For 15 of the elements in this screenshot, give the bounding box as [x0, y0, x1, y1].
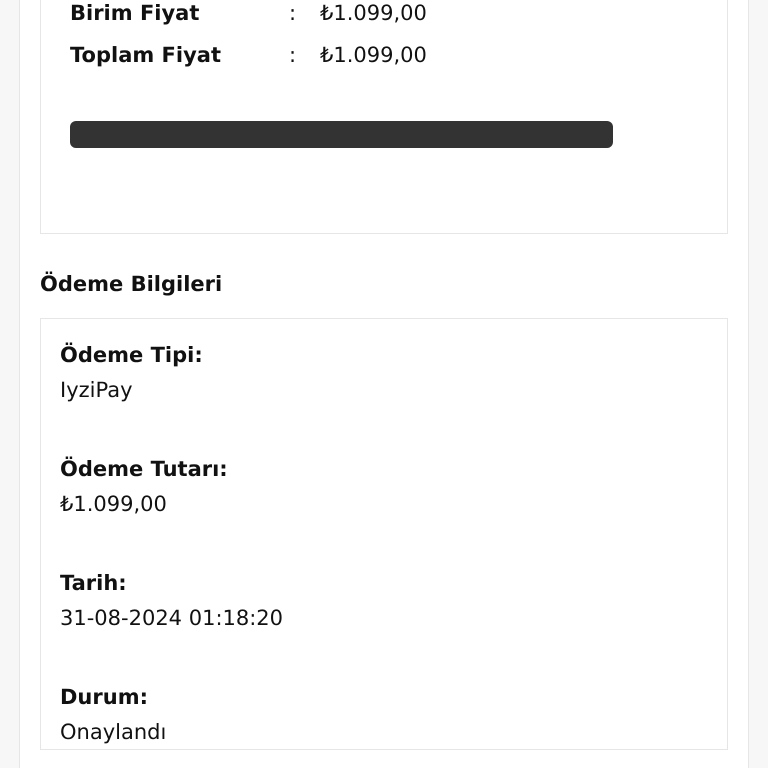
price-value: ₺1.099,00	[320, 42, 427, 70]
field-value: Onaylandı	[60, 719, 168, 746]
field-value: 31-08-2024 01:18:20	[60, 605, 284, 632]
price-label: Birim Fiyat	[70, 0, 200, 28]
field-label: Durum:	[60, 684, 149, 711]
field-label: Ödeme Tutarı:	[60, 456, 229, 483]
price-label: Toplam Fiyat	[70, 42, 222, 70]
field-value: ₺1.099,00	[60, 491, 168, 518]
field-label: Ödeme Tipi:	[60, 342, 204, 369]
field-value: IyziPay	[60, 377, 134, 404]
separator: :	[289, 42, 298, 70]
separator: :	[289, 0, 298, 28]
section-title: Ödeme Bilgileri	[40, 270, 224, 298]
price-value: ₺1.099,00	[320, 0, 427, 28]
field-label: Tarih:	[60, 570, 128, 597]
